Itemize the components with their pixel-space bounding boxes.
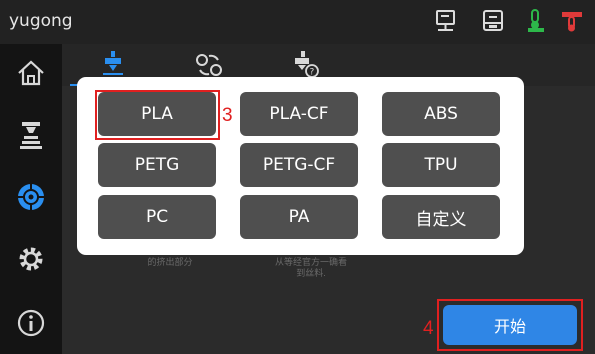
step4-highlight-box: [437, 299, 583, 351]
step4-label: 4: [423, 318, 434, 339]
home-icon[interactable]: [14, 56, 48, 90]
filament-icon[interactable]: [14, 180, 48, 214]
network-icon[interactable]: [433, 8, 459, 34]
printer-icon[interactable]: [480, 8, 506, 34]
background-caption-right-1: 从等经官方一确看: [274, 257, 347, 267]
info-icon[interactable]: [14, 306, 48, 340]
sidebar: [0, 44, 62, 354]
material-button-pc[interactable]: PC: [98, 195, 216, 239]
material-button-petg-cf[interactable]: PETG-CF: [240, 143, 358, 187]
material-button-petg[interactable]: PETG: [98, 143, 216, 187]
svg-text:?: ?: [310, 68, 315, 78]
material-button-pa[interactable]: PA: [240, 195, 358, 239]
print-icon[interactable]: [14, 118, 48, 152]
material-button-tpu[interactable]: TPU: [382, 143, 500, 187]
app-title: yugong: [9, 11, 73, 31]
step3-highlight-box: [95, 90, 220, 140]
background-caption-right-2: 到丝料.: [296, 268, 326, 278]
material-button-pla-cf[interactable]: PLA-CF: [240, 92, 358, 136]
top-bar: yugong: [0, 0, 595, 44]
nozzle-temp-icon[interactable]: [523, 8, 549, 34]
material-button-abs[interactable]: ABS: [382, 92, 500, 136]
background-caption-left: 的挤出部分: [147, 257, 193, 267]
material-button-custom[interactable]: 自定义: [382, 195, 500, 239]
bed-temp-icon[interactable]: [559, 8, 585, 34]
step3-label: 3: [222, 105, 233, 126]
settings-icon[interactable]: [14, 242, 48, 276]
